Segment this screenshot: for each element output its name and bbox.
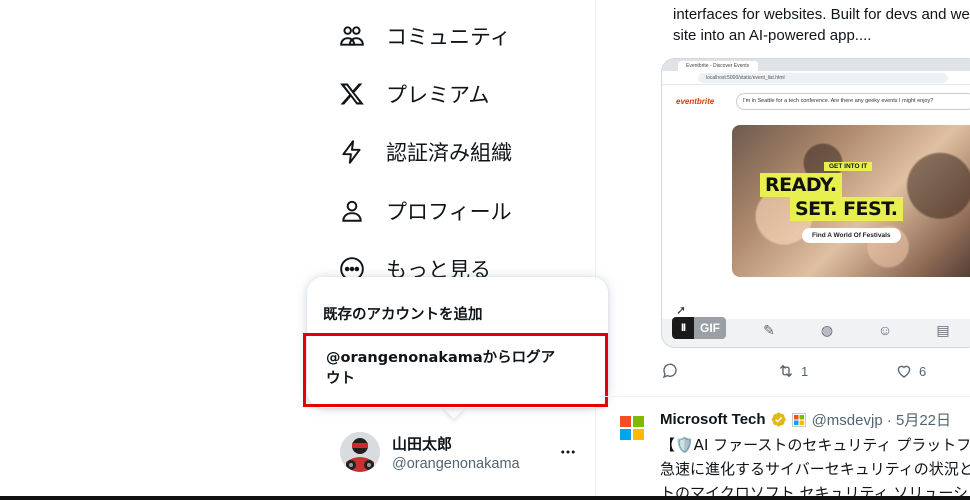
x-logo-icon <box>330 72 374 116</box>
avatar <box>340 432 380 472</box>
profile-icon <box>330 189 374 233</box>
mouse-cursor-icon: ➚ <box>676 303 687 317</box>
tweet-microsoft-tech[interactable]: Microsoft Tech @msdevjp · 5月22日 【🛡️AI ファ… <box>596 397 970 500</box>
tweet-header: Microsoft Tech @msdevjp · 5月22日 <box>660 409 951 430</box>
browser-tab: Eventbrite - Discover Events <box>678 61 758 71</box>
tweet-body-line: interfaces for websites. Built for devs … <box>673 6 970 23</box>
add-existing-account-item[interactable]: 既存のアカウントを追加 <box>323 303 483 324</box>
nav-item-communities[interactable]: コミュニティ <box>330 14 570 58</box>
document-icon: ▤ <box>936 321 950 338</box>
tweet-media-gif[interactable]: Eventbrite - Discover Events localhost:5… <box>661 58 970 348</box>
tweet-body-line: site into an AI-powered app.... <box>673 27 872 44</box>
tweet-body-line: 急速に進化するサイバーセキュリティの状況と <box>660 460 970 478</box>
like-button[interactable]: 6 <box>895 362 926 380</box>
pen-icon: ✎ <box>763 321 775 338</box>
globe-icon: ◍ <box>820 321 834 338</box>
communities-icon <box>330 14 374 58</box>
browser-url: localhost:5000/static/event_list.html <box>698 73 948 83</box>
tweet-actions: 1 6 <box>661 362 970 384</box>
like-count: 6 <box>919 363 927 379</box>
reply-icon <box>662 363 677 379</box>
gif-controls[interactable]: II GIF <box>672 317 726 339</box>
verified-badge-icon <box>771 412 786 427</box>
site-search-box: I'm in Seattle for a tech conference. Ar… <box>736 93 970 110</box>
tweet-body: 【🛡️AI ファーストのセキュリティ プラットフ 急速に進化するサイバーセキュリ… <box>660 433 970 500</box>
retweet-button[interactable]: 1 <box>777 362 808 380</box>
account-display-name: 山田太郎 <box>392 435 453 453</box>
banner-cta-button: Find A World Of Festivals <box>802 228 901 243</box>
tweet-body-line: 【🛡️AI ファーストのセキュリティ プラットフ <box>660 436 970 454</box>
account-handle: @orangenonakama <box>392 456 520 472</box>
pause-icon[interactable]: II <box>672 317 694 339</box>
reply-button[interactable] <box>661 362 685 380</box>
gif-badge: GIF <box>694 317 726 339</box>
nav-label-profile: プロフィール <box>386 200 512 224</box>
nav-label-verified-orgs: 認証済み組織 <box>386 141 512 165</box>
eventbrite-logo: eventbrite <box>676 97 715 106</box>
affiliate-badge-icon <box>791 412 806 427</box>
ellipsis-icon[interactable] <box>556 440 580 464</box>
tweet-author-name[interactable]: Microsoft Tech <box>660 411 766 428</box>
browser-address-bar: localhost:5000/static/event_list.html <box>662 71 970 85</box>
logout-highlight-box: @orangenonakamaからログアウト <box>303 333 608 407</box>
masks-icon: ☺ <box>877 322 893 338</box>
heart-icon <box>897 365 911 378</box>
retweet-count: 1 <box>801 363 809 379</box>
site-category-icons: ✎ ◍ ☺ ▤ <box>758 319 954 341</box>
nav-label-communities: コミュニティ <box>386 25 511 49</box>
account-switcher-button[interactable]: 山田太郎 @orangenonakama <box>336 428 586 478</box>
banner-tagline: GET INTO IT <box>824 162 873 171</box>
retweet-icon <box>780 365 792 377</box>
window-bottom-edge <box>0 496 970 500</box>
banner-headline-2: SET. FEST. <box>790 197 903 221</box>
nav-item-profile[interactable]: プロフィール <box>330 189 570 233</box>
tweet-body: interfaces for websites. Built for devs … <box>673 4 970 46</box>
tweet-handle-date: @msdevjp · 5月22日 <box>811 412 952 429</box>
nav-item-premium[interactable]: プレミアム <box>330 72 570 116</box>
nav-item-verified-orgs[interactable]: 認証済み組織 <box>330 130 570 174</box>
festival-banner: GET INTO IT READY. SET. FEST. Find A Wor… <box>732 125 970 277</box>
browser-tab-bar: Eventbrite - Discover Events <box>662 59 970 71</box>
lightning-icon <box>330 130 374 174</box>
nav-label-premium: プレミアム <box>386 83 490 107</box>
logout-item[interactable]: @orangenonakamaからログアウト <box>326 348 566 390</box>
banner-headline-1: READY. <box>760 173 842 197</box>
embedded-site: eventbrite I'm in Seattle for a tech con… <box>662 85 970 319</box>
microsoft-logo-icon[interactable] <box>620 416 644 440</box>
